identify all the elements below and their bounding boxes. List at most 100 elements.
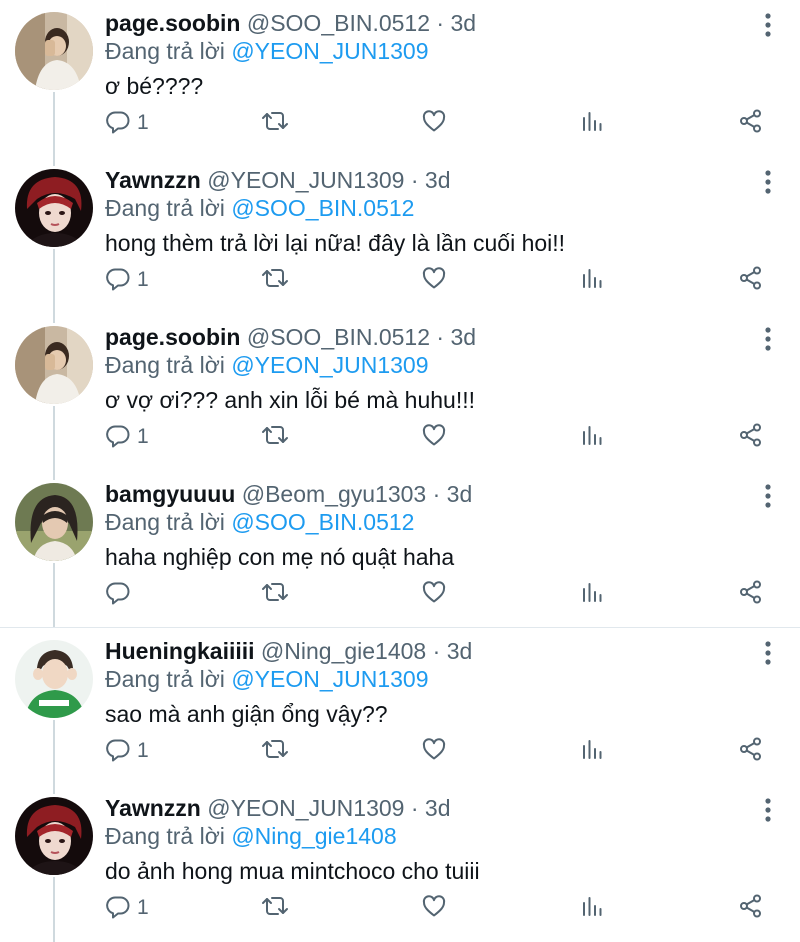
stats-button[interactable] [580,893,606,923]
share-button[interactable] [738,579,764,609]
like-button[interactable] [421,736,447,766]
stats-button[interactable] [580,579,606,609]
stats-button[interactable] [580,108,606,138]
tweet-4[interactable]: bamgyuuuu @Beom_gyu1303 · 3d Đang trả lờ… [0,471,800,628]
bamgyuuuu-avatar[interactable] [15,483,93,561]
stats-icon [580,893,606,924]
mention-link[interactable]: @YEON_JUN1309 [231,38,428,64]
share-icon [738,736,764,767]
tweet-header: Hueningkaiiiii @Ning_gie1408 · 3d [105,637,472,665]
timestamp[interactable]: 3d [450,10,476,36]
timestamp[interactable]: 3d [425,167,451,193]
separator-dot: · [432,481,441,507]
share-button[interactable] [738,265,764,295]
user-handle[interactable]: @Ning_gie1408 [261,638,426,664]
user-handle[interactable]: @YEON_JUN1309 [207,167,404,193]
yawnzzn-avatar[interactable] [15,169,93,247]
display-name[interactable]: page.soobin [105,10,240,36]
yawnzzn-avatar[interactable] [15,797,93,875]
page-soobin-avatar[interactable] [15,12,93,90]
separator-dot: · [436,324,445,350]
user-handle[interactable]: @YEON_JUN1309 [207,795,404,821]
reply-icon [105,422,131,453]
mention-link[interactable]: @YEON_JUN1309 [231,666,428,692]
share-icon [738,893,764,924]
tweet-text: sao mà anh giận ổng vậy?? [105,701,388,727]
more-vertical-icon[interactable] [757,326,779,352]
reply-count: 1 [137,896,149,919]
display-name[interactable]: Yawnzzn [105,795,201,821]
user-handle[interactable]: @SOO_BIN.0512 [247,324,430,350]
retweet-button[interactable] [260,893,290,923]
hueningkai-avatar[interactable] [15,640,93,718]
share-button[interactable] [738,736,764,766]
mention-link[interactable]: @SOO_BIN.0512 [231,509,414,535]
replying-to: Đang trả lời @YEON_JUN1309 [105,351,429,379]
reply-button[interactable]: 1 [105,422,149,452]
tweet-header: page.soobin @SOO_BIN.0512 · 3d [105,323,476,351]
reply-icon [105,108,131,139]
page-soobin-avatar[interactable] [15,326,93,404]
display-name[interactable]: page.soobin [105,324,240,350]
tweet-2[interactable]: Yawnzzn @YEON_JUN1309 · 3d Đang trả lời … [0,157,800,314]
retweet-button[interactable] [260,736,290,766]
share-icon [738,265,764,296]
action-bar: 1 [105,265,775,295]
retweet-icon [260,108,290,139]
retweet-button[interactable] [260,108,290,138]
mention-link[interactable]: @SOO_BIN.0512 [231,195,414,221]
user-handle[interactable]: @Beom_gyu1303 [242,481,426,507]
reply-button[interactable]: 1 [105,108,149,138]
tweet-text: ơ vợ ơi??? anh xin lỗi bé mà huhu!!! [105,387,476,413]
tweet-5[interactable]: Hueningkaiiiii @Ning_gie1408 · 3d Đang t… [0,628,800,785]
replying-label: Đang trả lời [105,823,225,849]
mention-link[interactable]: @Ning_gie1408 [231,823,396,849]
more-vertical-icon[interactable] [757,797,779,823]
timestamp[interactable]: 3d [450,324,476,350]
more-vertical-icon[interactable] [757,12,779,38]
like-icon [421,893,447,924]
separator-dot: · [410,167,419,193]
tweet-3[interactable]: page.soobin @SOO_BIN.0512 · 3d Đang trả … [0,314,800,471]
retweet-button[interactable] [260,265,290,295]
action-bar: 1 [105,736,775,766]
reply-button[interactable] [105,579,137,609]
more-vertical-icon[interactable] [757,169,779,195]
user-handle[interactable]: @SOO_BIN.0512 [247,10,430,36]
retweet-icon [260,893,290,924]
replying-label: Đang trả lời [105,38,225,64]
stats-icon [580,265,606,296]
mention-link[interactable]: @YEON_JUN1309 [231,352,428,378]
share-button[interactable] [738,108,764,138]
reply-count: 1 [137,268,149,291]
like-icon [421,736,447,767]
display-name[interactable]: Yawnzzn [105,167,201,193]
share-button[interactable] [738,893,764,923]
share-button[interactable] [738,422,764,452]
reply-button[interactable]: 1 [105,265,149,295]
like-button[interactable] [421,893,447,923]
like-button[interactable] [421,422,447,452]
stats-button[interactable] [580,736,606,766]
like-button[interactable] [421,579,447,609]
display-name[interactable]: Hueningkaiiiii [105,638,255,664]
like-button[interactable] [421,108,447,138]
timestamp[interactable]: 3d [447,638,473,664]
share-icon [738,422,764,453]
stats-button[interactable] [580,422,606,452]
timestamp[interactable]: 3d [447,481,473,507]
tweet-1[interactable]: page.soobin @SOO_BIN.0512 · 3d Đang trả … [0,0,800,157]
timestamp[interactable]: 3d [425,795,451,821]
more-vertical-icon[interactable] [757,640,779,666]
reply-icon [105,736,131,767]
display-name[interactable]: bamgyuuuu [105,481,235,507]
reply-button[interactable]: 1 [105,736,149,766]
retweet-button[interactable] [260,422,290,452]
action-bar: 1 [105,422,775,452]
reply-button[interactable]: 1 [105,893,149,923]
more-vertical-icon[interactable] [757,483,779,509]
stats-button[interactable] [580,265,606,295]
tweet-6[interactable]: Yawnzzn @YEON_JUN1309 · 3d Đang trả lời … [0,785,800,942]
like-button[interactable] [421,265,447,295]
retweet-button[interactable] [260,579,290,609]
